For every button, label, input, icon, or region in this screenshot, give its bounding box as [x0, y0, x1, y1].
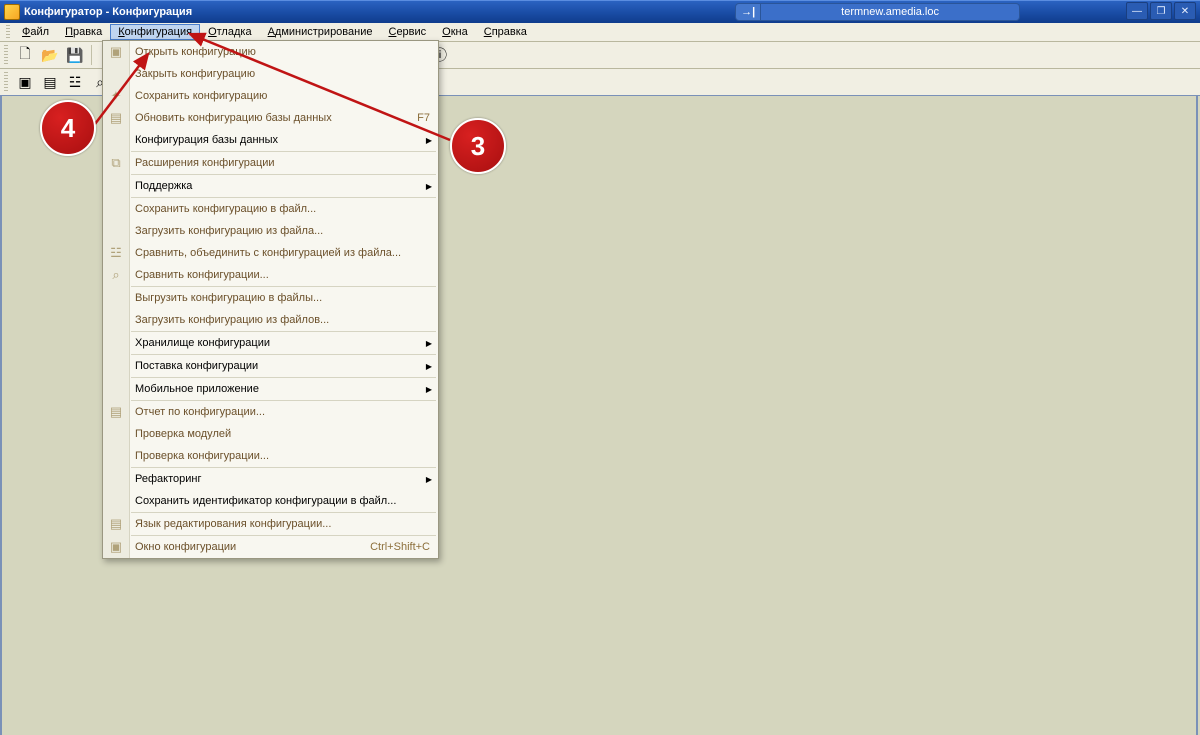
menu-item[interactable]: ⌕Сравнить конфигурации...	[103, 264, 438, 286]
menu-item[interactable]: Сохранить конфигурацию в файл...	[103, 198, 438, 220]
menu-item-icon: ▤	[103, 516, 129, 532]
menu-item-icon: ▤	[103, 110, 129, 126]
app-icon	[4, 4, 20, 20]
server-address: termnew.amedia.loc	[761, 3, 1020, 21]
new-doc-icon[interactable]: 🗋	[13, 43, 37, 67]
menu-item[interactable]: Проверка модулей	[103, 423, 438, 445]
maximize-button[interactable]: ❐	[1150, 2, 1172, 20]
menu-item-label: Сравнить, объединить с конфигурацией из …	[129, 247, 438, 259]
menu-item[interactable]: ☳Сравнить, объединить с конфигурацией из…	[103, 242, 438, 264]
menu-item-label: Загрузить конфигурацию из файлов...	[129, 314, 438, 326]
menu-конфигурация[interactable]: Конфигурация	[110, 24, 200, 40]
server-pill-icon: →|	[735, 3, 761, 21]
menu-item-icon: ▤	[103, 404, 129, 420]
menu-item-label: Отчет по конфигурации...	[129, 406, 438, 418]
minimize-button[interactable]: —	[1126, 2, 1148, 20]
menu-item-label: Рефакторинг	[129, 473, 426, 485]
menu-item-icon: ⌕	[103, 267, 129, 283]
menu-item-label: Сравнить конфигурации...	[129, 269, 438, 281]
menu-item-label: Загрузить конфигурацию из файла...	[129, 225, 438, 237]
menu-item-label: Сохранить идентификатор конфигурации в ф…	[129, 495, 438, 507]
menu-item-icon: ⧉	[103, 155, 129, 171]
menu-item-icon: ☳	[103, 245, 129, 261]
menu-item-label: Хранилище конфигурации	[129, 337, 426, 349]
menu-item-label: Поставка конфигурации	[129, 360, 426, 372]
menu-отладка[interactable]: Отладка	[200, 24, 260, 40]
menu-item-icon: ▣	[103, 539, 129, 555]
menu-item[interactable]: ▤Язык редактирования конфигурации...	[103, 513, 438, 535]
menu-item-label: Выгрузить конфигурацию в файлы...	[129, 292, 438, 304]
menu-сервис[interactable]: Сервис	[380, 24, 434, 40]
menu-item-label: Поддержка	[129, 180, 426, 192]
configuration-menu: ▣Открыть конфигурациюЗакрыть конфигураци…	[102, 40, 439, 559]
menu-item[interactable]: ▤Отчет по конфигурации...	[103, 401, 438, 423]
menu-item-label: Окно конфигурации	[129, 541, 370, 553]
menu-правка[interactable]: Правка	[57, 24, 110, 40]
menu-item-label: Закрыть конфигурацию	[129, 68, 438, 80]
menu-item[interactable]: Загрузить конфигурацию из файла...	[103, 220, 438, 242]
menu-item-label: Сохранить конфигурацию	[129, 90, 438, 102]
menu-item-icon: ✦	[103, 88, 129, 104]
menu-item-label: Сохранить конфигурацию в файл...	[129, 203, 438, 215]
menu-item[interactable]: Сохранить идентификатор конфигурации в ф…	[103, 490, 438, 512]
menu-item-label: Проверка конфигурации...	[129, 450, 438, 462]
submenu-arrow-icon: ▶	[426, 182, 438, 191]
save-icon[interactable]: 💾	[63, 43, 87, 67]
submenu-arrow-icon: ▶	[426, 475, 438, 484]
menu-item-shortcut: F7	[417, 112, 438, 124]
server-chip: →| termnew.amedia.loc	[735, 3, 1020, 21]
menu-item[interactable]: Поддержка▶	[103, 175, 438, 197]
menu-файл[interactable]: Файл	[14, 24, 57, 40]
menu-item-label: Обновить конфигурацию базы данных	[129, 112, 417, 124]
menu-item-label: Язык редактирования конфигурации...	[129, 518, 438, 530]
menu-item[interactable]: Хранилище конфигурации▶	[103, 332, 438, 354]
menu-item[interactable]: ▣Открыть конфигурацию	[103, 41, 438, 63]
menu-item[interactable]: ▣Окно конфигурацииCtrl+Shift+C	[103, 536, 438, 558]
menu-item[interactable]: Поставка конфигурации▶	[103, 355, 438, 377]
window-title: Конфигуратор - Конфигурация	[24, 6, 192, 18]
menu-item[interactable]: Проверка конфигурации...	[103, 445, 438, 467]
annotation-badge-3: 3	[450, 118, 506, 174]
menu-item[interactable]: Загрузить конфигурацию из файлов...	[103, 309, 438, 331]
menu-item-label: Проверка модулей	[129, 428, 438, 440]
title-bar: Конфигуратор - Конфигурация →| termnew.a…	[0, 0, 1200, 23]
menu-item-label: Открыть конфигурацию	[129, 46, 438, 58]
menu-item[interactable]: ✦Сохранить конфигурацию	[103, 85, 438, 107]
annotation-badge-4: 4	[40, 100, 96, 156]
menu-item-label: Мобильное приложение	[129, 383, 426, 395]
toolbar-grip-2	[4, 72, 8, 92]
menu-администрирование[interactable]: Администрирование	[260, 24, 381, 40]
menu-item[interactable]: Конфигурация базы данных▶	[103, 129, 438, 151]
menu-окна[interactable]: Окна	[434, 24, 476, 40]
menu-item[interactable]: Закрыть конфигурацию	[103, 63, 438, 85]
menu-item-label: Расширения конфигурации	[129, 157, 438, 169]
db-icon[interactable]: ▤	[38, 70, 62, 94]
submenu-arrow-icon: ▶	[426, 136, 438, 145]
menu-item-icon: ▣	[103, 44, 129, 60]
menu-item[interactable]: Рефакторинг▶	[103, 468, 438, 490]
menu-item-label: Конфигурация базы данных	[129, 134, 426, 146]
menu-item[interactable]: Выгрузить конфигурацию в файлы...	[103, 287, 438, 309]
config-tree-icon[interactable]: ▣	[13, 70, 37, 94]
menu-item[interactable]: ▤Обновить конфигурацию базы данныхF7	[103, 107, 438, 129]
close-button[interactable]: ✕	[1174, 2, 1196, 20]
compare-icon[interactable]: ☳	[63, 70, 87, 94]
open-icon[interactable]: 📂	[38, 43, 62, 67]
menubar-grip	[6, 25, 10, 39]
toolbar-grip	[4, 45, 8, 65]
menu-справка[interactable]: Справка	[476, 24, 535, 40]
menu-item-shortcut: Ctrl+Shift+C	[370, 541, 438, 553]
submenu-arrow-icon: ▶	[426, 339, 438, 348]
menu-item[interactable]: Мобильное приложение▶	[103, 378, 438, 400]
submenu-arrow-icon: ▶	[426, 385, 438, 394]
menu-item[interactable]: ⧉Расширения конфигурации	[103, 152, 438, 174]
submenu-arrow-icon: ▶	[426, 362, 438, 371]
